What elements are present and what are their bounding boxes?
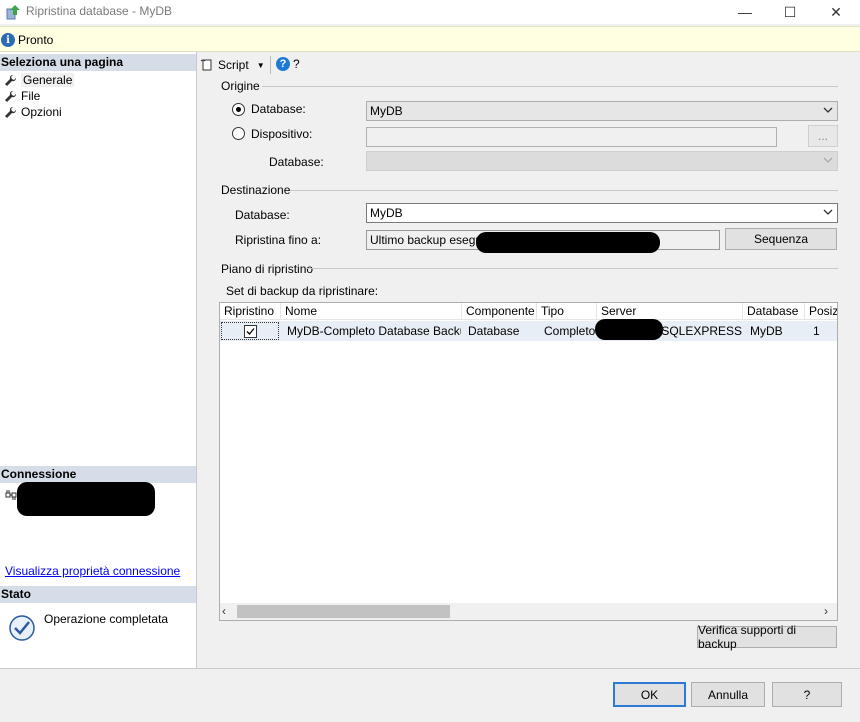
minimize-button[interactable]: —: [722, 0, 768, 24]
verify-backup-media-button[interactable]: Verifica supporti di backup: [697, 623, 837, 651]
origin-divider: [262, 86, 838, 87]
left-pane: Seleziona una pagina Generale File Opzio…: [0, 52, 197, 668]
horizontal-scrollbar[interactable]: ‹ ›: [220, 603, 837, 620]
wrench-icon: [5, 106, 17, 118]
column-header-position[interactable]: Posizi: [805, 303, 837, 320]
scroll-right-arrow-icon[interactable]: ›: [824, 605, 836, 618]
select-page-header: Seleziona una pagina: [0, 54, 196, 71]
column-header-component[interactable]: Componente: [462, 303, 537, 320]
page-item-generale[interactable]: Generale: [4, 72, 75, 88]
source-database-value: MyDB: [370, 104, 403, 118]
page-item-label: File: [21, 89, 41, 103]
script-label: Script: [218, 58, 249, 72]
origin-header: Origine: [221, 79, 260, 93]
page-item-file[interactable]: File: [4, 88, 40, 104]
redacted-backup-date: [476, 232, 660, 253]
browse-device-button[interactable]: ...: [808, 125, 838, 147]
destination-database-value: MyDB: [370, 206, 403, 220]
status-text: Pronto: [18, 33, 54, 47]
title-bar: Ripristina database - MyDB — ☐ ✕: [0, 0, 860, 24]
connection-icon: [5, 490, 17, 500]
checkmark-icon: [246, 328, 255, 335]
device-radio[interactable]: [232, 127, 245, 140]
footer-divider: [0, 668, 860, 669]
toolbar-separator: [270, 56, 271, 74]
page-item-opzioni[interactable]: Opzioni: [4, 104, 62, 120]
timeline-button[interactable]: Sequenza: [725, 228, 837, 250]
wrench-icon: [5, 90, 17, 102]
database-radio[interactable]: [232, 103, 245, 116]
help-button[interactable]: ? ?: [276, 57, 300, 71]
maximize-button[interactable]: ☐: [767, 0, 813, 24]
help-footer-button[interactable]: ?: [772, 682, 842, 707]
info-icon: i: [1, 33, 15, 47]
column-header-type[interactable]: Tipo: [537, 303, 597, 320]
column-header-database[interactable]: Database: [743, 303, 805, 320]
restore-to-label: Ripristina fino a:: [235, 233, 322, 247]
page-item-label: Generale: [21, 73, 75, 87]
column-header-restore[interactable]: Ripristino: [220, 303, 281, 320]
restore-database-icon: [6, 5, 20, 20]
check-icon: [9, 615, 35, 641]
wrench-icon: [5, 74, 17, 86]
scroll-left-arrow-icon[interactable]: ‹: [222, 605, 234, 618]
device-input[interactable]: [366, 127, 777, 147]
help-label: ?: [293, 57, 300, 71]
backup-sets-label: Set di backup da ripristinare:: [226, 284, 379, 298]
ok-button[interactable]: OK: [613, 682, 686, 707]
device-database-combo[interactable]: [366, 151, 838, 171]
chevron-down-icon: [823, 209, 833, 215]
redacted-connection: [17, 482, 155, 516]
column-header-name[interactable]: Nome: [281, 303, 462, 320]
restore-plan-header: Piano di ripristino: [221, 262, 314, 276]
destination-database-combo[interactable]: MyDB: [366, 203, 838, 223]
cell-database: MyDB: [750, 324, 783, 338]
close-button[interactable]: ✕: [813, 0, 859, 24]
dropdown-arrow-icon: ▼: [256, 60, 265, 70]
status-header: Stato: [0, 586, 196, 603]
script-button[interactable]: Script ▼: [200, 57, 265, 73]
view-connection-properties-link[interactable]: Visualizza proprietà connessione: [5, 564, 180, 578]
destination-header: Destinazione: [221, 183, 291, 197]
cell-server: \SQLEXPRESS: [658, 324, 742, 338]
chevron-down-icon: [823, 107, 833, 113]
backup-sets-grid[interactable]: Ripristino Nome Componente Tipo Server D…: [219, 302, 838, 621]
window-title: Ripristina database - MyDB: [26, 4, 173, 18]
scrollbar-thumb[interactable]: [237, 605, 450, 618]
page-item-label: Opzioni: [21, 105, 62, 119]
restore-checkbox[interactable]: [244, 325, 257, 338]
status-text-completed: Operazione completata: [44, 612, 169, 626]
cell-type: Completo: [544, 324, 596, 338]
database-radio-label: Database:: [251, 102, 306, 116]
destination-database-label: Database:: [235, 208, 290, 222]
cell-component: Database: [468, 324, 520, 338]
status-bar: i Pronto: [0, 26, 860, 52]
cell-position: 1: [813, 324, 820, 338]
cell-name: MyDB-Completo Database Backup: [287, 324, 461, 338]
destination-divider: [290, 190, 838, 191]
redacted-server-name: [595, 319, 663, 340]
cancel-button[interactable]: Annulla: [691, 682, 765, 707]
restore-plan-divider: [306, 268, 838, 269]
script-icon: [200, 59, 212, 71]
connection-header: Connessione: [0, 466, 196, 483]
source-database-combo[interactable]: MyDB: [366, 101, 838, 121]
help-icon: ?: [276, 57, 290, 71]
device-radio-label: Dispositivo:: [251, 127, 313, 141]
chevron-down-icon: [823, 157, 833, 163]
column-header-server[interactable]: Server: [597, 303, 743, 320]
device-database-label: Database:: [269, 155, 324, 169]
